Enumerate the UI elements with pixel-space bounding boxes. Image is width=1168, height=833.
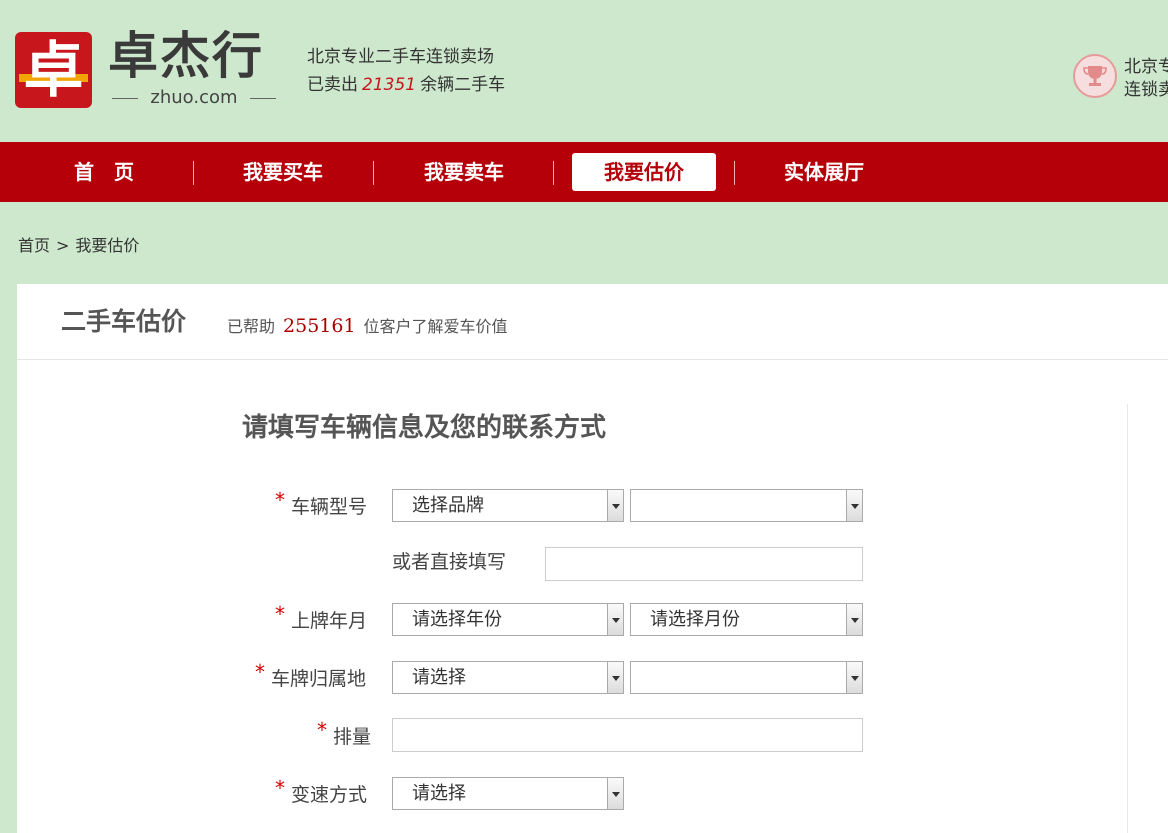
model-label: * 车辆型号 xyxy=(275,488,368,519)
chevron-down-icon[interactable] xyxy=(607,778,623,809)
sold-suffix: 余辆二手车 xyxy=(420,75,506,95)
month-select[interactable]: 请选择月份 xyxy=(630,603,863,636)
required-mark: * xyxy=(255,660,265,684)
form-title: 请填写车辆信息及您的联系方式 xyxy=(242,413,607,443)
stat-suffix: 位客户了解爱车价值 xyxy=(363,317,508,336)
series-select[interactable] xyxy=(630,489,863,522)
helped-count-text: 已帮助 255161 位客户了解爱车价值 xyxy=(227,314,508,338)
logo-domain: zhuo.com xyxy=(112,86,276,110)
header-side-text: 北京专 连锁卖 xyxy=(1124,56,1168,104)
displacement-label: * 排量 xyxy=(317,718,372,749)
side-text-line1: 北京专 xyxy=(1124,57,1168,77)
brand-select[interactable]: 选择品牌 xyxy=(392,489,624,522)
card-header: 二手车估价 已帮助 255161 位客户了解爱车价值 xyxy=(17,284,1168,360)
main-nav: 首 页 我要买车 我要卖车 我要估价 实体展厅 xyxy=(0,142,1168,202)
province-select-value: 请选择 xyxy=(412,667,466,688)
model-label-text: 车辆型号 xyxy=(291,496,368,518)
card-divider xyxy=(1127,404,1128,833)
gearbox-select-value: 请选择 xyxy=(412,783,466,804)
side-text-line2: 连锁卖 xyxy=(1124,80,1168,100)
trophy-icon xyxy=(1073,54,1117,98)
logo-name[interactable]: 卓杰行 xyxy=(108,28,280,84)
chevron-down-icon[interactable] xyxy=(607,490,623,521)
year-select[interactable]: 请选择年份 xyxy=(392,603,624,636)
nav-divider xyxy=(373,161,374,185)
nav-divider xyxy=(193,161,194,185)
helped-count-number: 255161 xyxy=(283,315,356,337)
chevron-down-icon[interactable] xyxy=(607,662,623,693)
direct-model-input[interactable] xyxy=(545,547,863,581)
site-header: 卓 卓杰行 zhuo.com 北京专业二手车连锁卖场 已卖出 21351 余辆二手车… xyxy=(0,0,1168,142)
logo-glyph: 卓 xyxy=(23,36,84,106)
required-mark: * xyxy=(275,602,285,626)
logo-icon[interactable]: 卓 xyxy=(15,32,92,108)
province-select[interactable]: 请选择 xyxy=(392,661,624,694)
nav-item-home[interactable]: 首 页 xyxy=(32,153,176,191)
registration-label-text: 上牌年月 xyxy=(291,610,368,632)
page-title: 二手车估价 xyxy=(61,307,187,336)
sold-prefix: 已卖出 xyxy=(307,75,358,95)
required-mark: * xyxy=(275,488,285,512)
stat-prefix: 已帮助 xyxy=(227,317,276,336)
header-sold-count: 已卖出 21351 余辆二手车 xyxy=(307,73,505,97)
breadcrumb-separator: > xyxy=(56,236,70,255)
displacement-input[interactable] xyxy=(392,718,863,752)
breadcrumb: 首页 > 我要估价 xyxy=(18,235,139,257)
plate-location-label-text: 车牌归属地 xyxy=(271,668,367,690)
chevron-down-icon[interactable] xyxy=(607,604,623,635)
gearbox-label-text: 变速方式 xyxy=(291,784,368,806)
gearbox-label: * 变速方式 xyxy=(275,776,368,807)
month-select-value: 请选择月份 xyxy=(650,609,740,630)
city-select[interactable] xyxy=(630,661,863,694)
nav-item-buy[interactable]: 我要买车 xyxy=(211,153,355,191)
chevron-down-icon[interactable] xyxy=(846,604,862,635)
chevron-down-icon[interactable] xyxy=(846,662,862,693)
year-select-value: 请选择年份 xyxy=(412,609,502,630)
nav-item-showroom[interactable]: 实体展厅 xyxy=(752,153,896,191)
registration-label: * 上牌年月 xyxy=(275,602,368,633)
nav-item-valuation[interactable]: 我要估价 xyxy=(572,153,716,191)
plate-location-label: * 车牌归属地 xyxy=(255,660,367,691)
valuation-card: 二手车估价 已帮助 255161 位客户了解爱车价值 请填写车辆信息及您的联系方式 … xyxy=(17,284,1168,833)
breadcrumb-current: 我要估价 xyxy=(75,236,140,255)
nav-divider xyxy=(734,161,735,185)
nav-item-sell[interactable]: 我要卖车 xyxy=(392,153,536,191)
direct-input-label: 或者直接填写 xyxy=(392,551,507,573)
gearbox-select[interactable]: 请选择 xyxy=(392,777,624,810)
sold-count-number: 21351 xyxy=(362,75,417,95)
breadcrumb-home-link[interactable]: 首页 xyxy=(18,236,50,255)
displacement-label-text: 排量 xyxy=(333,726,372,748)
required-mark: * xyxy=(275,776,285,800)
chevron-down-icon[interactable] xyxy=(846,490,862,521)
required-mark: * xyxy=(317,718,327,742)
brand-select-value: 选择品牌 xyxy=(412,495,484,516)
nav-divider xyxy=(553,161,554,185)
header-tagline: 北京专业二手车连锁卖场 xyxy=(307,47,494,67)
